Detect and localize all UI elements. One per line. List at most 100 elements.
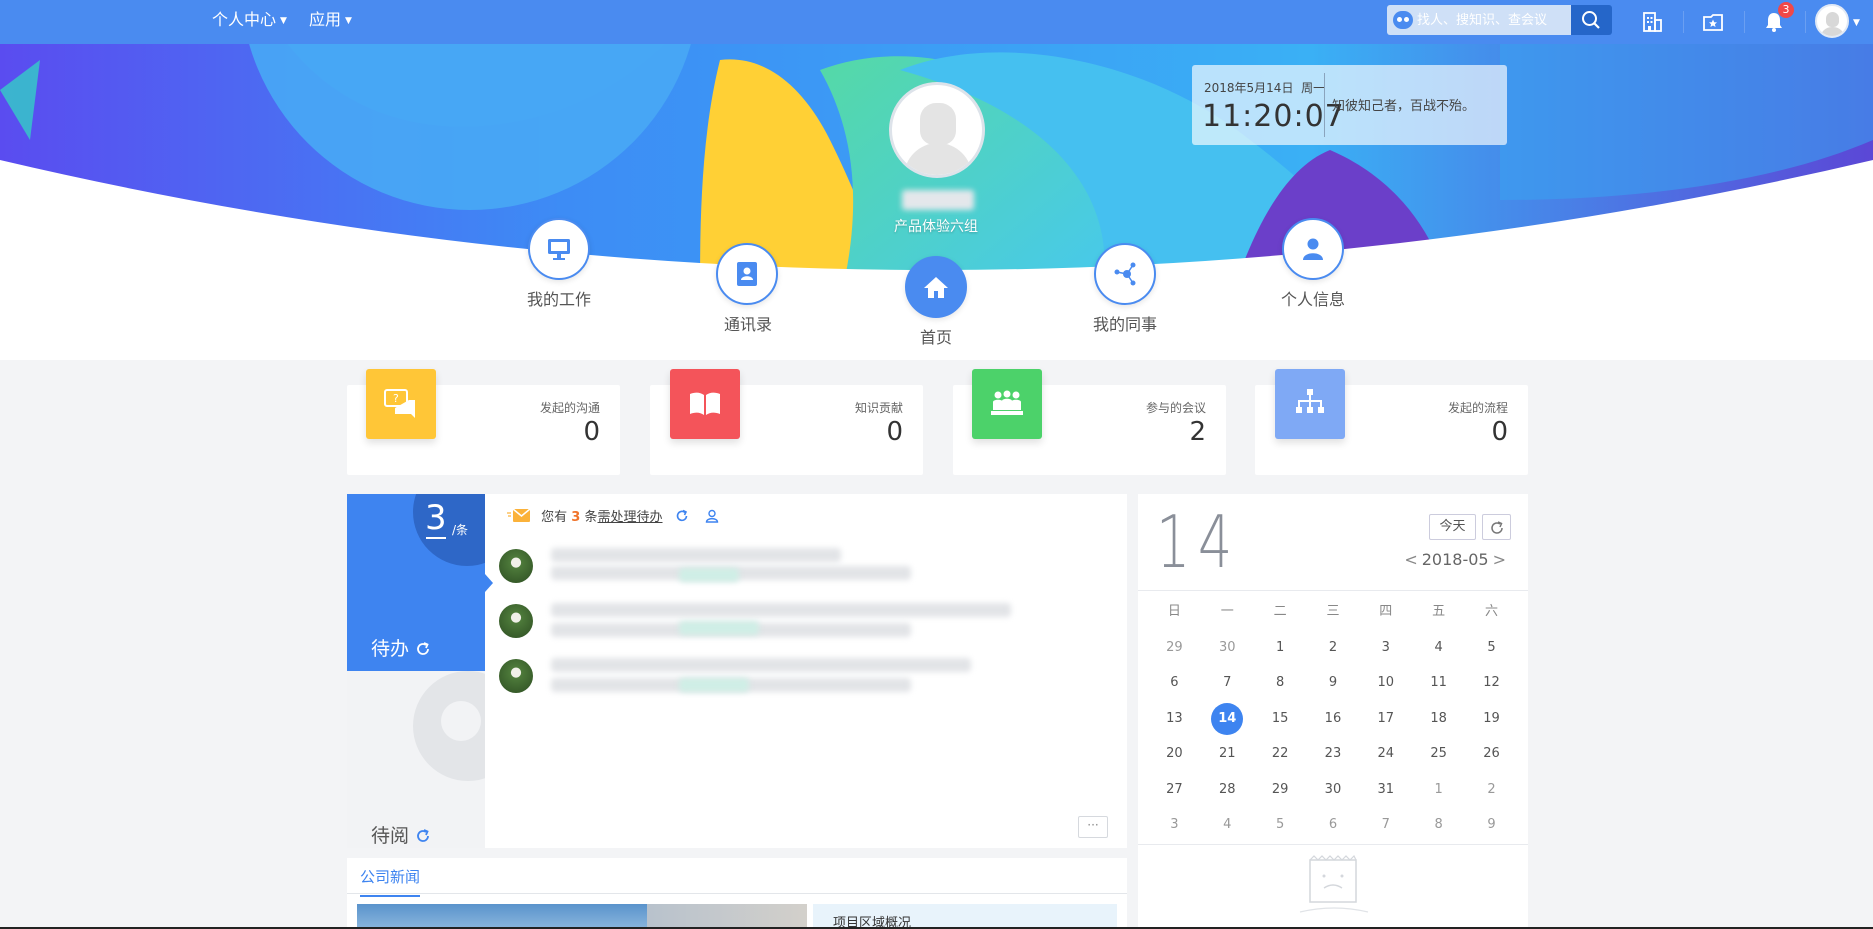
calendar-day[interactable]: 31	[1359, 772, 1412, 808]
calendar-day[interactable]: 2	[1465, 772, 1518, 808]
nav-profile-button[interactable]	[1282, 218, 1344, 280]
redacted-text	[679, 678, 749, 692]
calendar-day[interactable]: 19	[1465, 701, 1518, 737]
todo-item[interactable]	[499, 546, 1019, 592]
nav-profile-label[interactable]: 个人信息	[1253, 286, 1373, 310]
redacted-text	[679, 568, 739, 582]
calendar-day-selected[interactable]: 14	[1201, 701, 1254, 737]
todo-header: 您有 3 条需处理待办	[507, 506, 719, 525]
stat-label: 发起的流程	[1447, 401, 1508, 415]
news-image[interactable]	[647, 904, 807, 929]
nav-my-work-button[interactable]	[528, 218, 590, 280]
calendar-day[interactable]: 12	[1465, 665, 1518, 701]
user-icon[interactable]	[705, 509, 719, 523]
calendar-day[interactable]: 13	[1148, 701, 1201, 737]
calendar-day[interactable]: 29	[1148, 630, 1201, 666]
calendar-grid: 日一二三四五六 29 30 1 2 3 4 5 6 7 8 9 10 11 12 13 14 15 16 17 18 19…	[1148, 594, 1518, 843]
calendar-day[interactable]: 24	[1359, 736, 1412, 772]
next-month-button[interactable]: >	[1489, 550, 1510, 569]
refresh-icon[interactable]	[415, 641, 431, 657]
calendar-day[interactable]: 28	[1201, 772, 1254, 808]
refresh-icon[interactable]	[415, 828, 431, 844]
refresh-icon[interactable]	[675, 509, 689, 523]
caret-down-icon[interactable]: ▼	[1853, 18, 1860, 28]
notification-count-badge: 3	[1778, 2, 1794, 18]
nav-home-button[interactable]	[905, 256, 967, 318]
calendar-day[interactable]: 8	[1254, 665, 1307, 701]
stat-value: 0	[886, 417, 903, 447]
calendar-day[interactable]: 6	[1307, 807, 1360, 843]
pending-todo-link[interactable]: 需处理待办	[598, 510, 663, 525]
news-image[interactable]	[357, 904, 657, 929]
calendar-day[interactable]: 5	[1465, 630, 1518, 666]
calendar-day[interactable]: 29	[1254, 772, 1307, 808]
search-button[interactable]	[1571, 5, 1612, 35]
calendar-day[interactable]: 5	[1254, 807, 1307, 843]
calendar-day[interactable]: 9	[1465, 807, 1518, 843]
calendar-day[interactable]: 10	[1359, 665, 1412, 701]
caret-down-icon: ▼	[280, 16, 287, 26]
today-button[interactable]: 今天	[1429, 514, 1476, 540]
sender-avatar	[499, 549, 533, 583]
calendar-day[interactable]: 15	[1254, 701, 1307, 737]
pending-count: 3	[425, 498, 447, 538]
calendar-day[interactable]: 20	[1148, 736, 1201, 772]
calendar-refresh-button[interactable]	[1482, 514, 1511, 540]
calendar-day[interactable]: 21	[1201, 736, 1254, 772]
calendar-day[interactable]: 18	[1412, 701, 1465, 737]
calendar-day[interactable]: 1	[1412, 772, 1465, 808]
favorites-icon	[1703, 14, 1723, 31]
nav-colleagues-button[interactable]	[1094, 243, 1156, 305]
search-input[interactable]	[1417, 9, 1567, 31]
todo-item[interactable]	[499, 656, 1019, 702]
calendar-day[interactable]: 9	[1307, 665, 1360, 701]
calendar-day[interactable]: 23	[1307, 736, 1360, 772]
book-icon	[690, 392, 720, 415]
user-name-redacted	[902, 190, 974, 210]
weekday-label: 二	[1273, 604, 1287, 619]
home-icon	[924, 277, 948, 298]
calendar-day[interactable]: 27	[1148, 772, 1201, 808]
nav-apps[interactable]: 应用 ▼	[309, 10, 352, 31]
redacted-text	[551, 603, 1011, 617]
redacted-text	[551, 658, 971, 672]
user-avatar-menu[interactable]	[1815, 4, 1849, 38]
calendar-day[interactable]: 2	[1307, 630, 1360, 666]
tab-pending[interactable]: 3 /条 待办	[347, 494, 485, 671]
calendar-day[interactable]: 16	[1307, 701, 1360, 737]
nav-contacts-button[interactable]	[716, 243, 778, 305]
todo-item[interactable]	[499, 601, 1019, 647]
weekday-label: 一	[1220, 604, 1234, 619]
calendar-day[interactable]: 25	[1412, 736, 1465, 772]
motto-quote: 知彼知己者，百战不殆。	[1332, 99, 1476, 114]
calendar-day[interactable]: 1	[1254, 630, 1307, 666]
todo-count-inline: 3	[571, 510, 581, 525]
calendar-day[interactable]: 17	[1359, 701, 1412, 737]
prev-month-button[interactable]: <	[1400, 550, 1421, 569]
profile-avatar[interactable]	[889, 82, 985, 178]
calendar-month-nav: <2018-05 >	[1400, 550, 1510, 569]
calendar-day[interactable]: 7	[1201, 665, 1254, 701]
calendar-day[interactable]: 30	[1307, 772, 1360, 808]
calendar-day[interactable]: 7	[1359, 807, 1412, 843]
more-button[interactable]: ···	[1078, 816, 1108, 838]
org-button[interactable]	[1637, 7, 1667, 37]
calendar-day[interactable]: 30	[1201, 630, 1254, 666]
calendar-day[interactable]: 22	[1254, 736, 1307, 772]
tab-to-read[interactable]: 待阅	[347, 671, 485, 848]
nav-contacts-label[interactable]: 通讯录	[688, 311, 808, 335]
calendar-day[interactable]: 26	[1465, 736, 1518, 772]
calendar-day[interactable]: 4	[1201, 807, 1254, 843]
nav-my-work-label[interactable]: 我的工作	[499, 286, 619, 310]
calendar-day[interactable]: 3	[1148, 807, 1201, 843]
calendar-day[interactable]: 4	[1412, 630, 1465, 666]
nav-colleagues-label[interactable]: 我的同事	[1065, 311, 1185, 335]
calendar-day[interactable]: 3	[1359, 630, 1412, 666]
favorites-button[interactable]	[1698, 7, 1728, 37]
nav-home-label[interactable]: 首页	[876, 324, 996, 348]
calendar-day[interactable]: 6	[1148, 665, 1201, 701]
nav-personal-center[interactable]: 个人中心 ▼	[212, 10, 287, 31]
weekday-label: 四	[1379, 604, 1393, 619]
calendar-day[interactable]: 8	[1412, 807, 1465, 843]
calendar-day[interactable]: 11	[1412, 665, 1465, 701]
